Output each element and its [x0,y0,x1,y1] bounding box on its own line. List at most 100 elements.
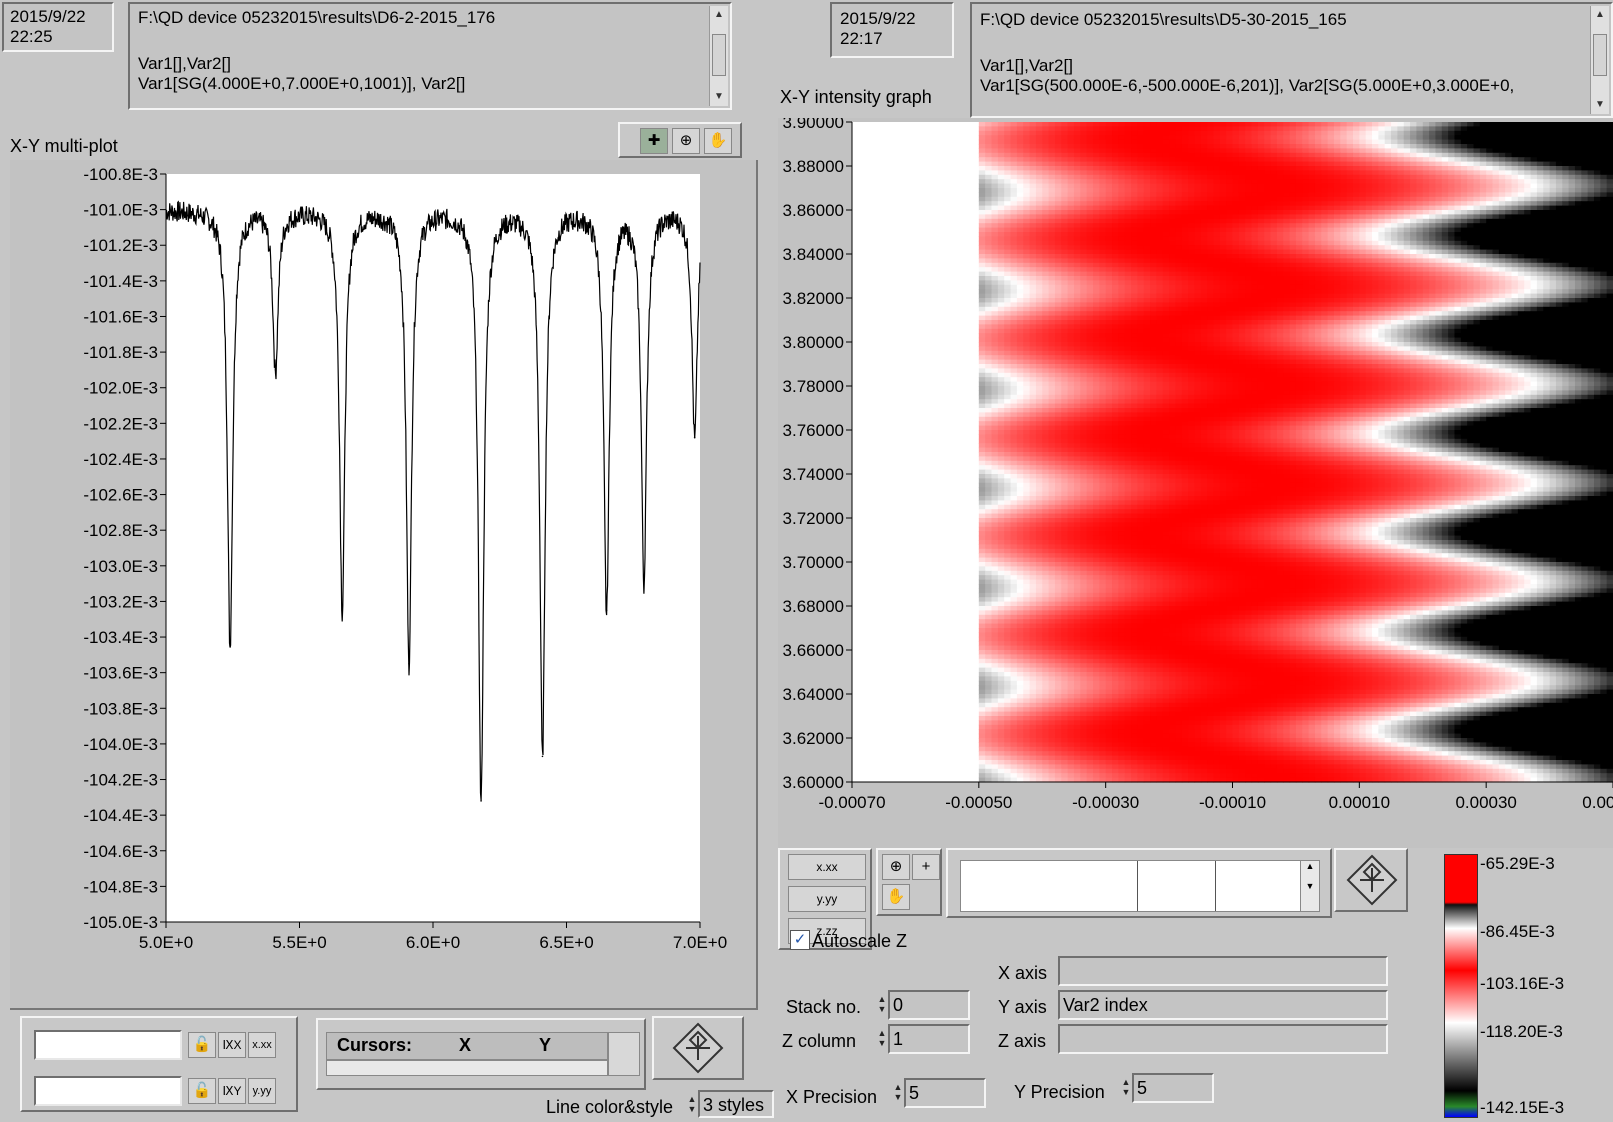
heatmap-cell [1372,188,1379,193]
heatmap-cell [1245,157,1253,163]
cursor-tool-icon[interactable]: ✚ [640,128,668,154]
left-info-scrollbar[interactable]: ▲ ▼ [709,6,728,106]
heatmap-cell [1568,205,1576,211]
heatmap-cell [1131,236,1138,242]
heatmap-cell [1454,139,1462,145]
scroll-up-icon[interactable]: ▲ [710,6,728,24]
heatmap-cell [1105,302,1113,308]
heatmap-cell [1054,192,1062,198]
heatmap-cell [1435,183,1443,189]
heatmap-cell [1606,324,1613,330]
heatmap-cell [1188,280,1196,286]
heatmap-cell [1536,262,1544,268]
scroll-thumb[interactable] [1593,34,1607,76]
heatmap-cell [1562,223,1570,229]
heatmap-cell [1536,218,1544,224]
x-format-button[interactable]: x.xx [248,1032,276,1058]
intensity-graph[interactable]: 3.900003.880003.860003.840003.820003.800… [778,118,1613,848]
heatmap-cell [1397,148,1405,154]
heatmap-cell [1340,122,1348,127]
cursor-legend-row[interactable] [326,1060,608,1076]
heatmap-cell [1581,267,1589,273]
heatmap-cell [1372,152,1379,158]
plot-area[interactable] [166,174,700,922]
line-style-field[interactable]: 3 styles [698,1090,774,1118]
heatmap-cell [1283,218,1291,224]
heatmap-cell [1492,293,1500,299]
heatmap-cell [1092,311,1100,317]
heatmap-cell [1042,271,1050,277]
heatmap-cell [997,201,1005,207]
heatmap-cell [1473,254,1481,259]
left-cursor-mover[interactable] [652,1016,744,1080]
scroll-down-icon[interactable]: ▼ [710,88,728,106]
left-xy-chart[interactable]: -100.8E-3-101.0E-3-101.2E-3-101.4E-3-101… [10,160,756,1008]
heatmap-cell [1511,170,1519,176]
heatmap-cell [1238,170,1246,176]
heatmap-cell [978,232,986,237]
heatmap-cell [1118,262,1126,268]
heatmap-cell [1143,324,1151,330]
heatmap-cell [1511,302,1519,308]
heatmap-cell [1454,262,1462,268]
heatmap-cell [1435,315,1443,321]
pan-hand-icon[interactable]: ✋ [704,128,732,154]
heatmap-cell [1568,280,1576,286]
heatmap-cell [1010,174,1018,180]
heatmap-cell [1181,201,1189,207]
heatmap-cell [1391,227,1398,233]
heatmap-cell [1105,148,1113,154]
heatmap-cell [1086,223,1094,229]
heatmap-cell [1340,214,1348,220]
heatmap-cell [1067,280,1075,286]
heatmap-cell [1454,130,1462,136]
heatmap-cell [1555,293,1563,299]
scroll-up-icon[interactable]: ▲ [1591,6,1609,24]
heatmap-cell [1511,227,1519,233]
heatmap-cell [1124,258,1132,264]
heatmap-cell [1352,236,1360,242]
heatmap-cell [1188,201,1196,207]
y-autoscale-icon[interactable]: ⅨY [218,1078,246,1104]
heatmap-cell [1568,201,1576,207]
scroll-thumb[interactable] [712,34,726,76]
x-lock-icon[interactable]: 🔓 [188,1032,216,1058]
heatmap-cell [1061,262,1069,268]
zoom-tool-icon[interactable]: ⊕ [672,128,700,154]
heatmap-cell [1257,315,1265,321]
x-autoscale-icon[interactable]: ⅨX [218,1032,246,1058]
heatmap-cell [1169,139,1177,145]
x-scale-name-field[interactable] [34,1030,182,1060]
y-format-button[interactable]: y.yy [248,1078,276,1104]
right-info-scrollbar[interactable]: ▲ ▼ [1590,6,1609,114]
heatmap-cell [1042,126,1050,132]
heatmap-cell [1352,126,1360,132]
heatmap-cell [1403,139,1411,145]
line-style-stepper[interactable]: ▲ ▼ [686,1094,698,1114]
heatmap-cell [1086,130,1094,136]
heatmap-cell [1486,306,1494,312]
scroll-down-icon[interactable]: ▼ [1591,96,1609,114]
heatmap-cell [1162,311,1170,317]
heatmap-cell [1194,214,1202,220]
heatmap-cell [1137,258,1145,264]
heatmap-cell [1416,328,1424,334]
heatmap-cell [1397,218,1405,224]
heatmap-cell [1270,214,1278,220]
cursor-diamond-icon[interactable] [672,1022,724,1074]
y-lock-icon[interactable]: 🔓 [188,1078,216,1104]
heatmap-cell [1327,179,1335,185]
heatmap-cell [1200,267,1208,273]
heatmap-cell [1099,284,1107,290]
heatmap-cell [1549,276,1557,281]
heatmap-cell [1606,170,1613,176]
heatmap-cell [1105,201,1113,207]
heatmap-cell [1486,227,1494,233]
y-scale-name-field[interactable] [34,1076,182,1106]
heatmap-cell [1378,298,1386,303]
heatmap-cell [1498,166,1506,171]
cursor-legend-scrollbar[interactable] [608,1032,640,1076]
heatmap-cell [1270,179,1278,185]
heatmap-cell [1207,152,1215,158]
heatmap-cell [1321,223,1329,229]
